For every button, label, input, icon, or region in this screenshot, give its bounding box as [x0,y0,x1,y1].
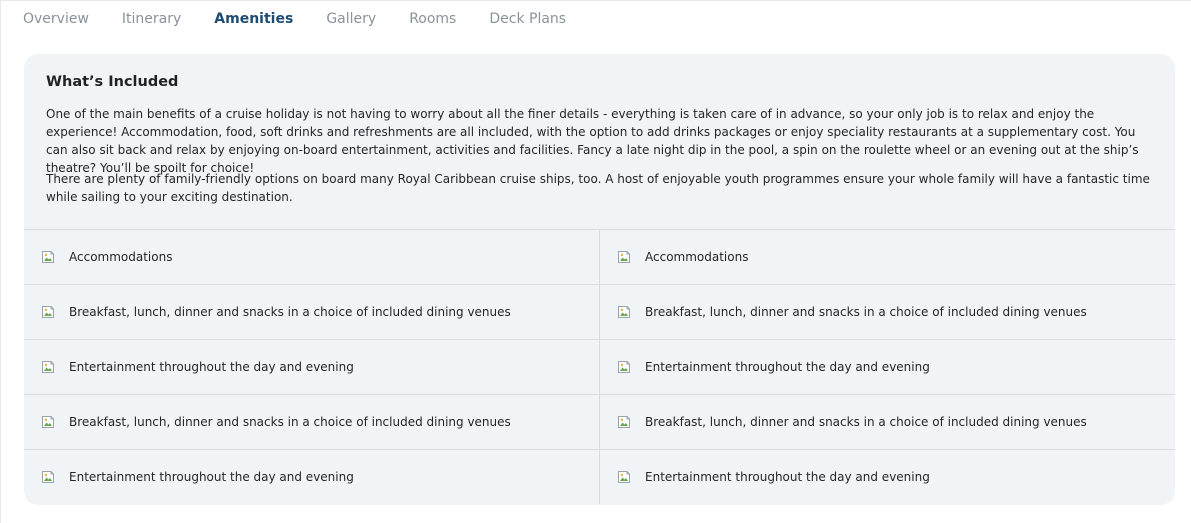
amenity-label: Entertainment throughout the day and eve… [69,360,354,374]
broken-image-icon [617,470,631,484]
tab-itinerary[interactable]: Itinerary [122,11,181,27]
page-frame: Overview Itinerary Amenities Gallery Roo… [0,0,1191,523]
broken-image-icon [41,470,55,484]
tab-gallery[interactable]: Gallery [326,11,376,27]
broken-image-icon [617,360,631,374]
amenity-cell: Accommodations [24,230,600,284]
amenity-row: Accommodations Accommodations [24,230,1175,285]
intro-paragraph: One of the main benefits of a cruise hol… [46,107,1139,175]
tab-deck-plans[interactable]: Deck Plans [489,11,566,27]
amenity-cell: Breakfast, lunch, dinner and snacks in a… [24,285,600,339]
tab-amenities[interactable]: Amenities [214,11,293,27]
amenity-row: Entertainment throughout the day and eve… [24,450,1175,504]
amenity-label: Entertainment throughout the day and eve… [645,470,930,484]
amenity-cell: Breakfast, lunch, dinner and snacks in a… [24,395,600,449]
amenity-row: Entertainment throughout the day and eve… [24,340,1175,395]
broken-image-icon [41,250,55,264]
amenity-cell: Breakfast, lunch, dinner and snacks in a… [600,395,1175,449]
broken-image-icon [617,415,631,429]
amenity-label: Breakfast, lunch, dinner and snacks in a… [69,305,511,319]
amenities-tab-bar: Overview Itinerary Amenities Gallery Roo… [23,7,599,31]
broken-image-icon [617,250,631,264]
amenity-label: Accommodations [69,250,173,264]
broken-image-icon [41,305,55,319]
amenity-cell: Entertainment throughout the day and eve… [24,450,600,504]
amenity-label: Breakfast, lunch, dinner and snacks in a… [69,415,511,429]
amenity-cell: Breakfast, lunch, dinner and snacks in a… [600,285,1175,339]
amenity-cell: Entertainment throughout the day and eve… [600,450,1175,504]
tab-rooms[interactable]: Rooms [409,11,456,27]
amenity-label: Accommodations [645,250,749,264]
amenities-grid: Accommodations Accommodations Breakfast,… [24,229,1175,504]
amenity-cell: Accommodations [600,230,1175,284]
amenity-row: Breakfast, lunch, dinner and snacks in a… [24,285,1175,340]
broken-image-icon [617,305,631,319]
amenity-cell: Entertainment throughout the day and eve… [24,340,600,394]
amenity-label: Breakfast, lunch, dinner and snacks in a… [645,415,1087,429]
family-paragraph: There are plenty of family-friendly opti… [46,172,1150,204]
amenity-row: Breakfast, lunch, dinner and snacks in a… [24,395,1175,450]
broken-image-icon [41,360,55,374]
amenity-label: Entertainment throughout the day and eve… [69,470,354,484]
section-title: What’s Included [46,74,179,90]
tab-overview[interactable]: Overview [23,11,89,27]
broken-image-icon [41,415,55,429]
amenity-label: Breakfast, lunch, dinner and snacks in a… [645,305,1087,319]
whats-included-card: What’s Included One of the main benefits… [24,54,1175,505]
amenity-label: Entertainment throughout the day and eve… [645,360,930,374]
amenity-cell: Entertainment throughout the day and eve… [600,340,1175,394]
